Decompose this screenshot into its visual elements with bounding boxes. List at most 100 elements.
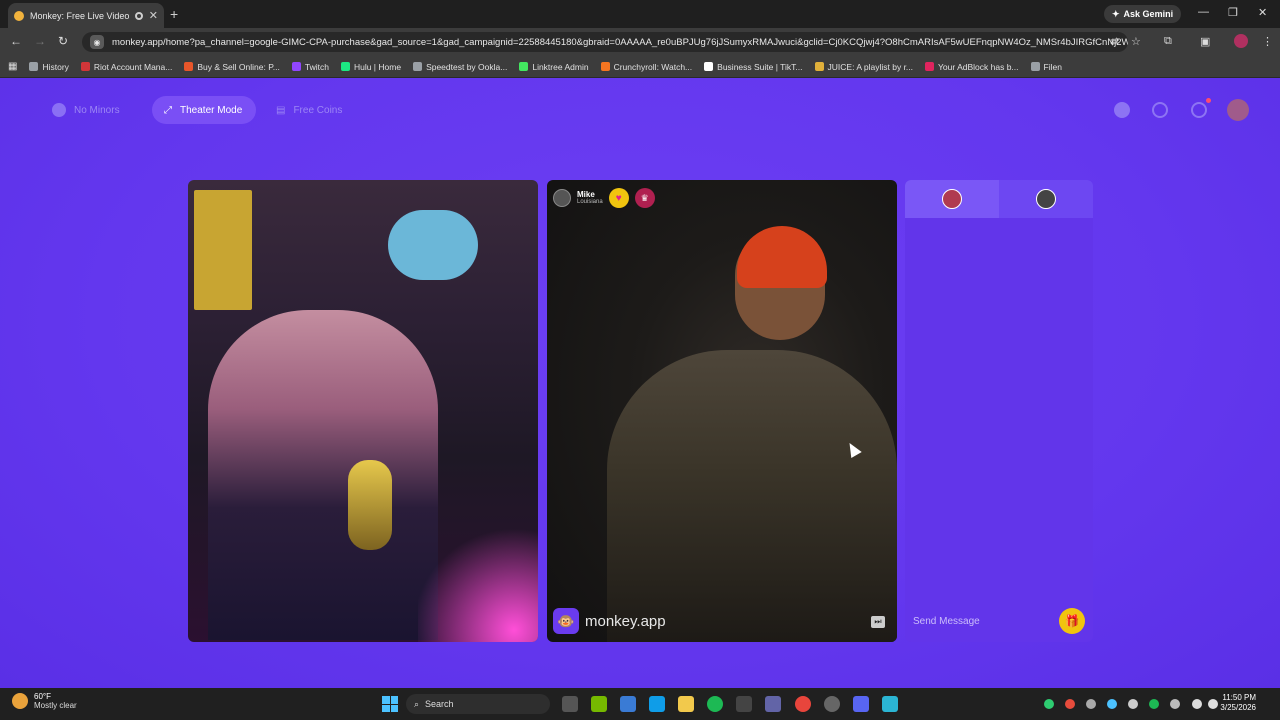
gift-icon[interactable]: 🎁 xyxy=(1059,608,1085,634)
extensions-icon[interactable]: ⧉ xyxy=(1164,35,1172,48)
bookmark-favicon-icon xyxy=(519,62,529,71)
ask-gemini-button[interactable]: ✦ Ask Gemini xyxy=(1104,5,1182,23)
weather-widget[interactable]: 60°F Mostly clear xyxy=(12,692,77,710)
bookmark-item[interactable]: Twitch xyxy=(291,62,329,72)
bookmark-item[interactable]: Riot Account Mana... xyxy=(80,62,172,72)
maximize-icon[interactable]: ❐ xyxy=(1228,6,1238,19)
bookmark-favicon-icon xyxy=(925,62,935,71)
partner-info[interactable]: Mike Louisiana ♥ ♛ xyxy=(553,188,655,208)
bookmark-item[interactable]: Business Suite | TikT... xyxy=(704,61,803,72)
tray-status-icon[interactable] xyxy=(1044,699,1054,709)
tray-icon-3[interactable] xyxy=(1128,699,1138,709)
recording-icon xyxy=(134,11,143,20)
partner-red-beanie xyxy=(737,226,827,288)
taskbar-search[interactable]: ⌕ Search xyxy=(406,694,550,714)
bookmark-item[interactable]: Hulu | Home xyxy=(340,62,401,72)
self-video-feed xyxy=(188,180,538,642)
discord-icon[interactable] xyxy=(853,696,869,712)
bookmark-label: Speedtest by Ookla... xyxy=(426,61,508,72)
bookmark-item[interactable]: Crunchyroll: Watch... xyxy=(600,62,692,72)
bookmark-item[interactable]: Speedtest by Ookla... xyxy=(413,62,507,72)
heart-icon[interactable]: ♥ xyxy=(608,188,629,208)
bookmark-label: Filen xyxy=(1043,61,1062,72)
coin-icon[interactable] xyxy=(1114,102,1130,118)
ask-gemini-label: Ask Gemini xyxy=(1123,9,1174,19)
theater-mode-button[interactable]: ⤢ Theater Mode xyxy=(152,96,256,124)
no-minors-button[interactable]: No Minors xyxy=(40,96,132,124)
badge-icon[interactable]: ♛ xyxy=(634,188,655,208)
translate-icon[interactable]: ⇄ xyxy=(1110,35,1119,48)
bookmark-item[interactable]: Your AdBlock has b... xyxy=(925,62,1019,72)
bookmark-item[interactable]: Filen xyxy=(1030,61,1062,72)
bookmark-item[interactable]: JUICE: A playlist by r... xyxy=(814,62,913,72)
browser-tab[interactable]: Monkey: Free Live Video Ch ✕ xyxy=(8,3,164,28)
free-coins-button[interactable]: ▤ Free Coins xyxy=(264,96,354,124)
bookmark-favicon-icon xyxy=(29,62,39,71)
wifi-icon[interactable] xyxy=(1192,699,1202,709)
bookmark-favicon-icon xyxy=(291,62,301,71)
forward-icon[interactable]: → xyxy=(34,34,46,48)
windows-start-icon[interactable] xyxy=(382,696,398,712)
tray-icon-2[interactable] xyxy=(1107,699,1117,709)
bookmark-label: Business Suite | TikT... xyxy=(717,61,803,72)
partner-avatar[interactable] xyxy=(553,189,571,207)
copilot-icon[interactable] xyxy=(620,696,636,712)
tray-mic-icon[interactable] xyxy=(1065,699,1075,709)
skip-icon[interactable]: ⏭ xyxy=(871,616,885,628)
steam-icon[interactable] xyxy=(824,696,840,712)
minimize-icon[interactable]: — xyxy=(1198,6,1209,18)
tray-icon-1[interactable] xyxy=(1086,699,1096,709)
plush-toys xyxy=(388,210,478,280)
pink-light-glow xyxy=(418,522,538,642)
expand-icon: ⤢ xyxy=(164,104,172,116)
reload-icon[interactable]: ↻ xyxy=(58,34,68,48)
tray-icon-4[interactable] xyxy=(1149,699,1159,709)
temperature: 60°F xyxy=(34,692,51,701)
new-tab-icon[interactable]: + xyxy=(170,6,178,22)
menu-kebab-icon[interactable]: ⋮ xyxy=(1262,35,1273,48)
nvidia-icon[interactable] xyxy=(591,696,607,712)
edge-icon[interactable] xyxy=(649,696,665,712)
task-view-icon[interactable] xyxy=(562,696,578,712)
sparkle-icon: ✦ xyxy=(1112,8,1120,19)
chat-tab-other[interactable] xyxy=(999,180,1093,218)
back-icon[interactable]: ← xyxy=(10,34,22,48)
file-explorer-icon[interactable] xyxy=(678,696,694,712)
weather-moon-icon xyxy=(12,693,28,709)
spotify-icon[interactable] xyxy=(707,696,723,712)
bookmark-star-icon[interactable]: ☆ xyxy=(1131,35,1141,48)
system-clock[interactable]: 11:50 PM 3/25/2026 xyxy=(1220,693,1256,713)
chrome-icon[interactable] xyxy=(795,696,811,712)
bookmark-item[interactable]: Buy & Sell Online: P... xyxy=(184,62,280,72)
other-tab-avatar xyxy=(1036,189,1056,209)
profile-avatar[interactable] xyxy=(1234,34,1248,48)
apps-grid-icon[interactable]: ▦ xyxy=(8,61,17,72)
teams-icon[interactable] xyxy=(765,696,781,712)
app-icon[interactable] xyxy=(736,696,752,712)
close-window-icon[interactable]: ✕ xyxy=(1258,6,1267,19)
side-panel-icon[interactable]: ▣ xyxy=(1200,35,1210,48)
bookmark-item[interactable]: Linktree Admin xyxy=(519,62,589,72)
bookmark-item[interactable]: History xyxy=(29,62,69,72)
user-avatar[interactable] xyxy=(1227,99,1249,121)
partner-video-feed: Mike Louisiana ♥ ♛ 🐵 monkey.app ⏭ xyxy=(547,180,897,642)
bookmark-favicon-icon xyxy=(184,62,194,71)
app2-icon[interactable] xyxy=(882,696,898,712)
brand-name: monkey.app xyxy=(585,612,666,630)
bookmark-label: Buy & Sell Online: P... xyxy=(197,61,280,72)
chat-tab-partner[interactable] xyxy=(905,180,999,218)
close-tab-icon[interactable]: ✕ xyxy=(149,9,158,22)
bookmark-favicon-icon xyxy=(80,62,90,71)
monkey-favicon-icon xyxy=(14,10,24,21)
history-clock-icon[interactable] xyxy=(1152,102,1168,118)
messages-icon[interactable] xyxy=(1191,98,1211,118)
send-message-input[interactable] xyxy=(913,615,1059,627)
site-info-icon[interactable]: ◉ xyxy=(90,35,104,49)
volume-icon[interactable] xyxy=(1208,699,1218,709)
bookmark-favicon-icon xyxy=(704,62,714,71)
bookmark-favicon-icon xyxy=(600,62,610,71)
search-label: Search xyxy=(425,699,454,709)
partner-location: Louisiana xyxy=(577,199,603,205)
address-bar[interactable]: ◉ monkey.app/home?pa_channel=google-GIMC… xyxy=(82,32,1128,52)
tray-icon-5[interactable] xyxy=(1170,699,1180,709)
